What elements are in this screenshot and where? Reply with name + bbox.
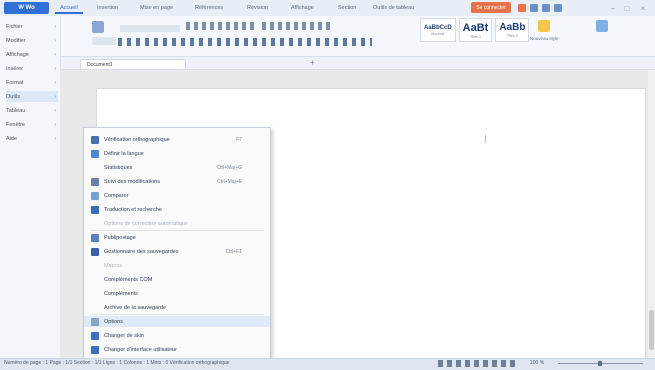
status-info: Numéro de page : 1 Page : 1/1 Section : … (4, 360, 230, 366)
menu-item-language[interactable]: Définir la langue (84, 148, 270, 159)
menu-item-compare[interactable]: Comparer (84, 190, 270, 201)
menu-separator (90, 314, 264, 315)
paragraph-tools-icons[interactable] (262, 22, 332, 30)
menu-help[interactable]: Aide › (6, 133, 58, 144)
font-name-dropdown[interactable] (92, 37, 116, 45)
text-format-icons[interactable] (118, 38, 258, 46)
tab-table-tools[interactable]: Outils de tableau (368, 3, 419, 13)
maximize-icon[interactable]: □ (622, 3, 632, 13)
tab-section[interactable]: Section (333, 3, 361, 13)
menu-item-mailmerge[interactable]: Publipostage (84, 232, 270, 243)
menu-item-skin[interactable]: Changer de skin (84, 330, 270, 341)
track-changes-icon (91, 177, 99, 186)
document-tab[interactable]: Document1 (80, 59, 186, 69)
undo-icon[interactable] (542, 4, 550, 12)
language-icon (91, 149, 99, 158)
new-tab-icon[interactable]: + (310, 58, 315, 67)
print-icon[interactable] (530, 4, 538, 12)
chevron-right-icon: › (54, 107, 56, 114)
zoom-level: 100 % (530, 360, 545, 366)
spellcheck-icon (91, 135, 99, 144)
backup-icon (91, 247, 99, 256)
alignment-icons[interactable] (262, 38, 372, 46)
tools-dropdown-menu: Vérification orthographique F7 Définir la… (83, 127, 271, 361)
format-painter-icon[interactable] (92, 21, 104, 33)
menu-item-options[interactable]: Options (84, 316, 270, 327)
menu-item-spellcheck[interactable]: Vérification orthographique F7 (84, 134, 270, 145)
login-button[interactable]: Se connecter (471, 2, 511, 13)
scrollbar-thumb[interactable] (649, 310, 654, 350)
tab-home[interactable]: Accueil (55, 3, 83, 14)
menu-window[interactable]: Fenêtre › (6, 119, 58, 130)
menu-format[interactable]: Format › (6, 77, 58, 88)
chevron-right-icon: › (54, 93, 56, 100)
tab-view[interactable]: Affichage (286, 3, 319, 13)
menu-item-statistics[interactable]: Statistiques Ctrl+Maj+G (84, 162, 270, 173)
menu-item-interface[interactable]: Changer d'interface utilisateur (84, 344, 270, 355)
style-gallery: AaBbCcD Normal AaBt Titre 1 AaBb Titre 2 (420, 18, 530, 44)
translate-icon (91, 205, 99, 214)
save-icon[interactable] (518, 4, 526, 12)
view-mode-icons[interactable] (438, 360, 518, 367)
menu-view[interactable]: Affichage › (6, 49, 58, 60)
chevron-right-icon: › (54, 121, 56, 128)
menu-tools[interactable]: Outils › (6, 91, 58, 102)
menu-edit[interactable]: Modifier › (6, 35, 58, 46)
interface-icon (91, 345, 99, 354)
chevron-right-icon: › (54, 79, 56, 86)
menu-separator (90, 230, 264, 231)
tab-review[interactable]: Révision (242, 3, 273, 13)
menu-item-autocorrect[interactable]: Options de correction automatique (84, 218, 270, 229)
skin-icon (91, 331, 99, 340)
menu-item-macros[interactable]: Macros (84, 260, 270, 271)
chevron-right-icon: › (54, 135, 56, 142)
menu-item-translate[interactable]: Traduction et recherche (84, 204, 270, 215)
menu-insert[interactable]: Insérer › (6, 63, 58, 74)
chevron-right-icon: › (54, 51, 56, 58)
redo-icon[interactable] (554, 4, 562, 12)
compare-icon (91, 191, 99, 200)
font-size-dropdown[interactable] (120, 25, 180, 32)
style-normal[interactable]: AaBbCcD Normal (420, 18, 456, 42)
tab-references[interactable]: Références (190, 3, 228, 13)
menu-table[interactable]: Tableau › (6, 105, 58, 116)
minimize-icon[interactable]: – (608, 3, 618, 13)
tab-insert[interactable]: Insertion (92, 3, 123, 13)
chevron-right-icon: › (54, 37, 56, 44)
style-heading1[interactable]: AaBt Titre 1 (458, 18, 493, 42)
new-style-icon[interactable] (538, 20, 550, 32)
new-style-label: Nouveau style (530, 36, 559, 41)
options-icon (91, 317, 99, 326)
tab-layout[interactable]: Mise en page (135, 3, 178, 13)
menu-item-track-changes[interactable]: Suivi des modifications Ctrl+Maj+E (84, 176, 270, 187)
menu-item-addins[interactable]: Compléments (84, 288, 270, 299)
close-icon[interactable]: × (638, 3, 648, 13)
chevron-right-icon: › (54, 65, 56, 72)
app-menu-button[interactable]: W Wo (4, 2, 49, 14)
ribbon-toolbar (50, 16, 655, 57)
zoom-slider-thumb[interactable] (598, 361, 602, 366)
menu-item-backup-archive[interactable]: Archive de la sauvegarde (84, 302, 270, 313)
mailmerge-icon (91, 233, 99, 242)
menu-item-com-addins[interactable]: Compléments COM (84, 274, 270, 285)
font-tools-icons[interactable] (186, 22, 256, 30)
text-cursor (485, 135, 486, 143)
style-heading2[interactable]: AaBb Titre 2 (495, 18, 530, 42)
chevron-right-icon: › (54, 23, 56, 30)
menu-file[interactable]: Fichier › (6, 21, 58, 32)
find-replace-icon[interactable] (596, 20, 608, 32)
menu-item-backup[interactable]: Gestionnaire des sauvegardes Ctrl+F1 (84, 246, 270, 257)
